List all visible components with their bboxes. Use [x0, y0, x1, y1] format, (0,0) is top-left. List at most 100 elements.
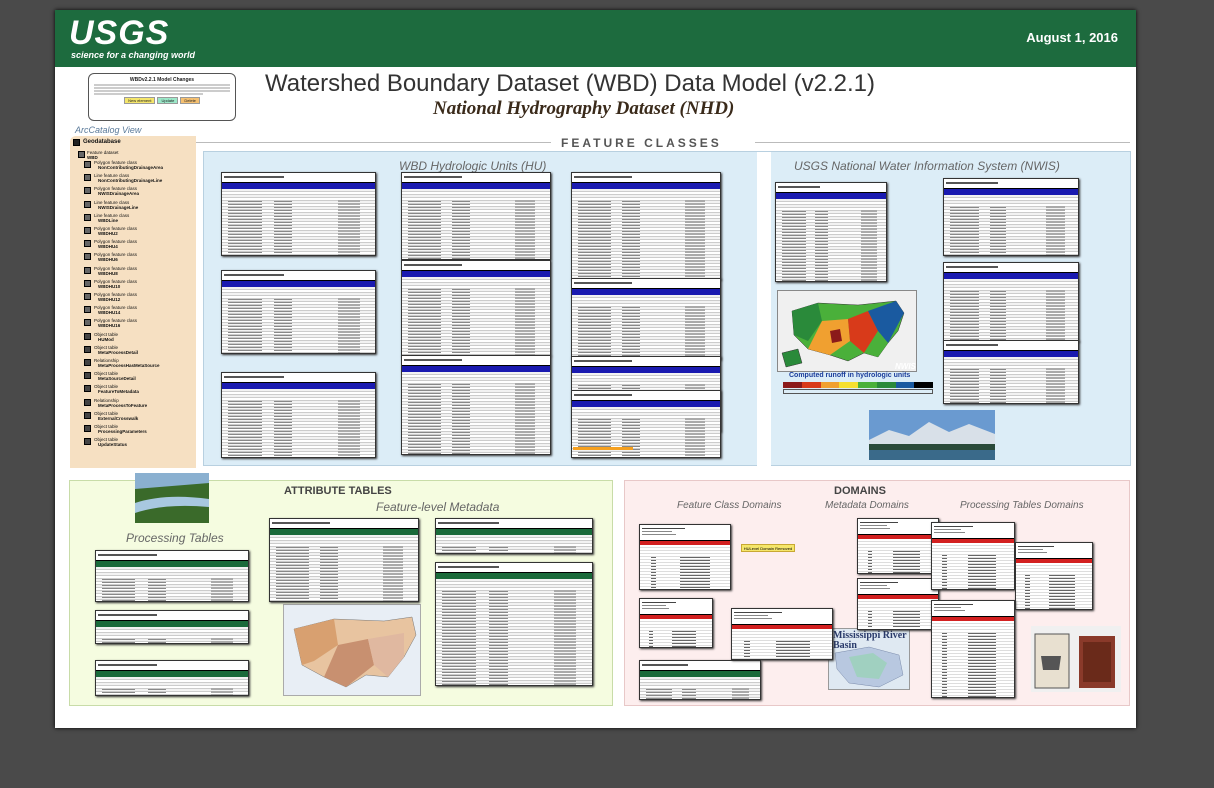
parameter-name-domain-card	[1015, 542, 1093, 610]
update-status-domain-card	[931, 600, 1015, 698]
tree-item-icon	[84, 359, 91, 366]
tree-item-name[interactable]: MetaProcessToFeature	[98, 403, 147, 408]
tree-item-name[interactable]: UpdateStatus	[98, 442, 127, 447]
runoff-legend-swatch	[895, 382, 915, 388]
wbd-table-card	[571, 172, 721, 280]
runoff-legend	[783, 382, 933, 396]
table-card-header	[776, 183, 886, 193]
domain-card-row	[932, 585, 1014, 588]
attribute-tables-heading: ATTRIBUTE TABLES	[284, 485, 392, 497]
tree-item-name[interactable]: WBDHU16	[98, 323, 120, 328]
processing-tables-heading: Processing Tables	[126, 531, 224, 545]
table-card-row	[96, 639, 248, 642]
tree-item-icon	[84, 240, 91, 248]
tree-item-name[interactable]: FeatureToMetadata	[98, 389, 139, 394]
domain-card-header	[932, 601, 1014, 617]
legend-delete: Delete	[180, 97, 200, 104]
table-card-row	[96, 597, 248, 600]
nwis-runoff-map	[777, 290, 917, 372]
geodatabase-icon	[73, 139, 80, 146]
runoff-legend-swatch	[876, 382, 896, 388]
table-card-row	[222, 452, 375, 455]
domain-card-row	[858, 572, 938, 573]
table-card-header	[944, 341, 1078, 351]
domain-card-header	[1016, 543, 1092, 559]
table-card-row	[944, 336, 1078, 339]
logo-text: USGS	[69, 14, 170, 52]
table-card-row	[436, 681, 592, 684]
feature-class-domains-heading: Feature Class Domains	[677, 500, 782, 511]
tree-item-icon	[84, 411, 91, 419]
runoff-legend-swatch	[858, 382, 877, 388]
nwis-heading: USGS National Water Information System (…	[794, 159, 1060, 173]
processing-table-card	[95, 660, 249, 696]
humod-table-card	[639, 660, 761, 700]
table-card-header	[222, 373, 375, 383]
tree-item-icon	[84, 398, 91, 406]
wbd-hu-heading: WBD Hydrologic Units (HU)	[399, 159, 547, 173]
runoff-title: Computed runoff in hydrologic units	[789, 372, 911, 379]
tree-item-name[interactable]: WBDHU2	[98, 231, 118, 236]
table-card-row	[944, 399, 1078, 402]
metadata-table-card	[435, 518, 593, 554]
table-card-header	[572, 357, 720, 367]
table-card-header	[436, 563, 592, 573]
tree-item-name[interactable]: NWISDrainageArea	[98, 191, 139, 196]
nwis-table-card	[943, 262, 1079, 342]
legend-new: New element	[124, 97, 156, 104]
tree-item-name[interactable]: ProcessingParameters	[98, 429, 147, 434]
tree-item-icon	[84, 279, 91, 287]
table-card-row	[222, 350, 375, 353]
tree-item-name[interactable]: WBDHU4	[98, 244, 118, 249]
tree-item-name[interactable]: WBDHU8	[98, 271, 118, 276]
tree-item-name[interactable]: WBDHU12	[98, 297, 120, 302]
metadata-table-card	[435, 562, 593, 686]
metadata-table-card	[269, 518, 419, 602]
runoff-legend-swatch	[801, 382, 821, 388]
tree-item-icon	[84, 187, 91, 195]
wbd-table-card	[221, 372, 376, 458]
tree-item-name[interactable]: MetaProcessHasMetaSource	[98, 363, 160, 368]
table-card-row	[640, 695, 760, 698]
processing-table-card	[95, 610, 249, 644]
poster: USGS science for a changing world August…	[55, 10, 1136, 728]
tree-item-name[interactable]: ExternalCrosswalk	[98, 416, 138, 421]
domain-card-header	[932, 523, 1014, 539]
domain-card-row	[732, 656, 832, 659]
tree-item-name[interactable]: WBDHU10	[98, 284, 120, 289]
tree-item-icon	[84, 161, 91, 168]
table-card-row	[436, 550, 592, 553]
tree-item-icon	[84, 425, 91, 432]
domain-card-row	[640, 584, 730, 587]
tree-item-name[interactable]: NonContributingDrainageLine	[98, 178, 162, 183]
tree-item-name[interactable]: NonContributingDrainageArea	[98, 165, 163, 170]
table-card-row	[776, 277, 886, 280]
tree-item-name[interactable]: WBDLine	[98, 218, 118, 223]
watershed-sign-photo	[1031, 626, 1121, 692]
tree-item-name[interactable]: MetaProcessDetail	[98, 350, 138, 355]
changes-legend: New element Update Delete	[94, 97, 230, 104]
page-title: Watershed Boundary Dataset (WBD) Data Mo…	[265, 70, 876, 97]
runoff-legend-swatch	[914, 382, 933, 388]
table-card-row	[402, 450, 550, 453]
nwis-table-card	[943, 340, 1079, 404]
logo-tagline: science for a changing world	[71, 50, 196, 60]
table-card-header	[944, 263, 1078, 273]
tree-item-icon	[84, 200, 91, 208]
tree-item-name[interactable]: NWISDrainageLine	[98, 205, 138, 210]
page-subtitle: National Hydrography Dataset (NHD)	[433, 98, 735, 119]
table-card-header	[96, 661, 248, 671]
tree-item-name[interactable]: WBDHU6	[98, 257, 118, 262]
runoff-legend-swatch	[783, 382, 802, 388]
tree-item-icon	[84, 174, 91, 182]
tree-item-name[interactable]: HUMod	[98, 337, 114, 342]
processing-table-card	[95, 550, 249, 602]
us-huc-map	[283, 604, 421, 696]
wbd-table-card	[401, 172, 551, 260]
panel-divider	[757, 152, 771, 467]
tree-item-name[interactable]: WBDHU14	[98, 310, 120, 315]
tree-item-icon	[84, 293, 91, 300]
domain-card-row	[932, 696, 1014, 697]
nwis-table-card	[775, 182, 887, 282]
tree-item-name[interactable]: MetaSourceDetail	[98, 376, 136, 381]
